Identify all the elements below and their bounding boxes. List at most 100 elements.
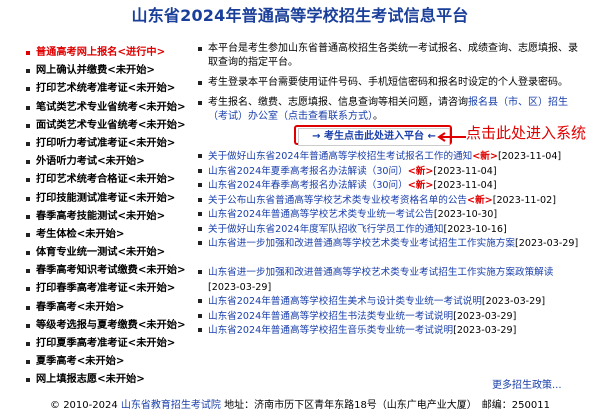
info-text-suffix: 。 <box>373 111 383 122</box>
sidebar-item[interactable]: 打印春季高考准考证<未开始> <box>26 280 196 298</box>
bullet-icon <box>198 197 202 202</box>
notice-item: 山东省2024年春季高考报名办法解读（30问）<新>[2023-11-04] <box>198 179 583 194</box>
sidebar-item[interactable]: 打印技能测试准考证<未开始> <box>26 190 196 208</box>
info-item: 本平台是考生参加山东省普通高校招生各类统一考试报名、成绩查询、志愿填报、录取查询… <box>198 42 583 70</box>
notice-date: [2023-11-02] <box>492 194 556 206</box>
notice-text: 山东省2024年普通高等学校招生美术与设计类专业统一考试说明[2023-03-2… <box>198 295 583 310</box>
bullet-icon <box>26 178 30 183</box>
bullet-icon <box>26 87 30 92</box>
sidebar-item[interactable]: 夏季高考<未开始> <box>26 353 196 371</box>
notice-text: 山东省2024年春季高考报名办法解读（30问）<新>[2023-11-04] <box>198 179 583 194</box>
sidebar-item-label: 体育专业统一测试<未开始> <box>36 247 166 259</box>
bullet-icon <box>26 105 30 110</box>
notice-date: [2023-03-29] <box>208 281 272 293</box>
bullet-icon <box>26 232 30 237</box>
footer-org-link[interactable]: 山东省教育招生考试院 <box>121 400 221 411</box>
bullet-icon <box>198 168 202 173</box>
notice-date: [2023-03-29] <box>481 296 546 307</box>
footer: © 2010-2024 山东省教育招生考试院 地址：济南市历下区青年东路18号（… <box>0 396 600 411</box>
bullet-icon <box>26 123 30 128</box>
sidebar-item[interactable]: 春季高考知识考试缴费<未开始> <box>26 262 196 280</box>
notice-date: [2023-11-04] <box>433 165 497 177</box>
sidebar-item-label: 打印艺术统考合格证<未开始> <box>36 174 176 186</box>
new-badge: <新> <box>472 151 498 162</box>
more-policies-link[interactable]: 更多招生政策... <box>492 376 562 391</box>
new-badge: <新> <box>407 165 434 177</box>
notice-title-link[interactable]: 关于做好山东省2024年度军队招收飞行学员工作的通知 <box>208 224 443 235</box>
info-text: 本平台是考生参加山东省普通高校招生各类统一考试报名、成绩查询、志愿填报、录取查询… <box>208 43 578 68</box>
sidebar-item[interactable]: 外语听力考试<未开始> <box>26 153 196 171</box>
sidebar-item[interactable]: 打印艺术统考准考证<未开始> <box>26 80 196 98</box>
sidebar-item[interactable]: 笔试类艺术专业省统考<未开始> <box>26 99 196 117</box>
footer-address: 地址：济南市历下区青年东路18号（山东广电产业大厦） 邮编：250011 <box>224 400 550 411</box>
notice-text: 山东省进一步加强和改进普通高等学校艺术类专业考试招生工作实施方案[2023-03… <box>198 237 583 252</box>
sidebar-item-label: 面试类艺术专业省统考<未开始> <box>36 119 186 131</box>
bullet-icon <box>26 287 30 292</box>
notice-text: 关于做好山东省2024年度军队招收飞行学员工作的通知[2023-10-16] <box>198 223 583 238</box>
notice-item: 山东省进一步加强和改进普通高等学校艺术类专业考试招生工作实施方案政策解读 [202… <box>198 266 583 295</box>
bullet-icon <box>198 270 202 274</box>
bullet-icon <box>198 183 202 187</box>
notice-title-link[interactable]: 山东省进一步加强和改进普通高等学校艺术类专业考试招生工作实施方案政策解读 <box>208 267 553 278</box>
notice-title-link[interactable]: 山东省2024年普通高等学校招生书法类专业统一考试说明 <box>208 311 453 322</box>
bullet-icon <box>26 214 30 219</box>
sidebar-item-label: 网上确认并缴费<未开始> <box>36 65 155 77</box>
notice-date: [2023-03-29] <box>515 238 579 249</box>
notice-item: 山东省2024年普通高等学校招生书法类专业统一考试说明[2023-03-29] <box>198 310 583 325</box>
sidebar-item[interactable]: 体育专业统一测试<未开始> <box>26 244 196 262</box>
bullet-icon <box>26 378 30 383</box>
sidebar-item[interactable]: 打印艺术统考合格证<未开始> <box>26 171 196 189</box>
notice-title-link[interactable]: 山东省2024年普通高等学校艺术类专业统一考试公告 <box>208 209 434 220</box>
notice-item: 关于做好山东省2024年度军队招收飞行学员工作的通知[2023-10-16] <box>198 223 583 238</box>
notice-date: [2023-11-04] <box>433 180 497 191</box>
notice-item: 山东省2024年夏季高考报名办法解读（30问）<新>[2023-11-04] <box>198 165 583 180</box>
notice-title-link[interactable]: 山东省2024年夏季高考报名办法解读（30问） <box>208 166 408 177</box>
bullet-icon <box>26 251 30 256</box>
info-text: 考生报名、缴费、志愿填报、信息查询等相关问题，请咨询报名县（市、区）招生（考试）… <box>198 96 583 124</box>
notice-text: 山东省进一步加强和改进普通高等学校艺术类专业考试招生工作实施方案政策解读 [202… <box>198 266 583 295</box>
notice-title-link[interactable]: 山东省2024年普通高等学校招生美术与设计类专业统一考试说明 <box>208 296 482 307</box>
arrow-left-icon <box>437 132 466 142</box>
sidebar-item[interactable]: 普通高考网上报名<进行中> <box>26 44 196 62</box>
notice-title-link[interactable]: 关于做好山东省2024年普通高等学校招生考试报名工作的通知 <box>208 151 472 162</box>
notice-text: 山东省2024年普通高等学校艺术类专业统一考试公告[2023-10-30] <box>198 208 583 223</box>
sidebar-item-label: 打印春季高考准考证<未开始> <box>36 283 176 295</box>
sidebar-item-label: 打印技能测试准考证<未开始> <box>36 192 176 204</box>
notice-item: 关于做好山东省2024年普通高等学校招生考试报名工作的通知<新>[2023-11… <box>198 150 583 165</box>
sidebar-item-label: 外语听力考试<未开始> <box>36 156 145 168</box>
enter-platform-button[interactable]: → 考生点击此处进入平台 ← <box>298 128 450 146</box>
bullet-icon <box>26 51 30 55</box>
sidebar-item[interactable]: 考生体检<未开始> <box>26 226 196 244</box>
sidebar-item[interactable]: 网上填报志愿<未开始> <box>26 371 196 389</box>
sidebar-item[interactable]: 春季高考<未开始> <box>26 299 196 317</box>
bullet-icon <box>26 269 30 274</box>
sidebar-item[interactable]: 网上确认并缴费<未开始> <box>26 62 196 80</box>
bullet-icon <box>26 69 30 74</box>
bullet-icon <box>26 360 30 365</box>
bullet-icon <box>198 226 202 231</box>
notice-text: 山东省2024年夏季高考报名办法解读（30问）<新>[2023-11-04] <box>198 165 583 180</box>
sidebar-item-label: 考生体检<未开始> <box>36 228 125 240</box>
sidebar-item[interactable]: 打印听力考试准考证<未开始> <box>26 135 196 153</box>
bullet-icon <box>198 313 202 318</box>
notice-text: 关于公布山东省普通高等学校艺术类专业校考资格名单的公告<新>[2023-11-0… <box>198 194 583 209</box>
notice-date: [2023-03-29] <box>453 325 517 336</box>
sidebar-item-label: 夏季高考<未开始> <box>36 356 125 368</box>
notice-item: 山东省2024年普通高等学校招生音乐类专业统一考试说明[2023-03-29] <box>198 324 583 339</box>
notice-title-link[interactable]: 山东省2024年普通高等学校招生音乐类专业统一考试说明 <box>208 325 453 336</box>
bullet-icon <box>26 141 30 146</box>
sidebar-item[interactable]: 面试类艺术专业省统考<未开始> <box>26 117 196 135</box>
notice-title-link[interactable]: 山东省2024年春季高考报名办法解读（30问） <box>208 180 408 191</box>
bullet-icon <box>26 160 30 165</box>
bullet-icon <box>26 323 30 328</box>
notice-item: 山东省2024年普通高等学校艺术类专业统一考试公告[2023-10-30] <box>198 208 583 223</box>
sidebar-item[interactable]: 打印夏季高考准考证<未开始> <box>26 335 196 353</box>
sidebar-item-label: 春季高考知识考试缴费<未开始> <box>36 265 186 277</box>
notice-title-link[interactable]: 关于公布山东省普通高等学校艺术类专业校考资格名单的公告 <box>208 195 467 206</box>
info-text: 考生登录本平台需要使用证件号码、手机短信密码和报名时设定的个人登录密码。 <box>208 77 568 88</box>
notice-title-link[interactable]: 山东省进一步加强和改进普通高等学校艺术类专业考试招生工作实施方案 <box>208 238 515 249</box>
sidebar-item[interactable]: 等级考选报与夏考缴费<未开始> <box>26 317 196 335</box>
sidebar-item-label: 普通高考网上报名<进行中> <box>36 47 166 58</box>
sidebar-item[interactable]: 春季高考技能测试<未开始> <box>26 208 196 226</box>
bullet-icon <box>198 241 202 245</box>
